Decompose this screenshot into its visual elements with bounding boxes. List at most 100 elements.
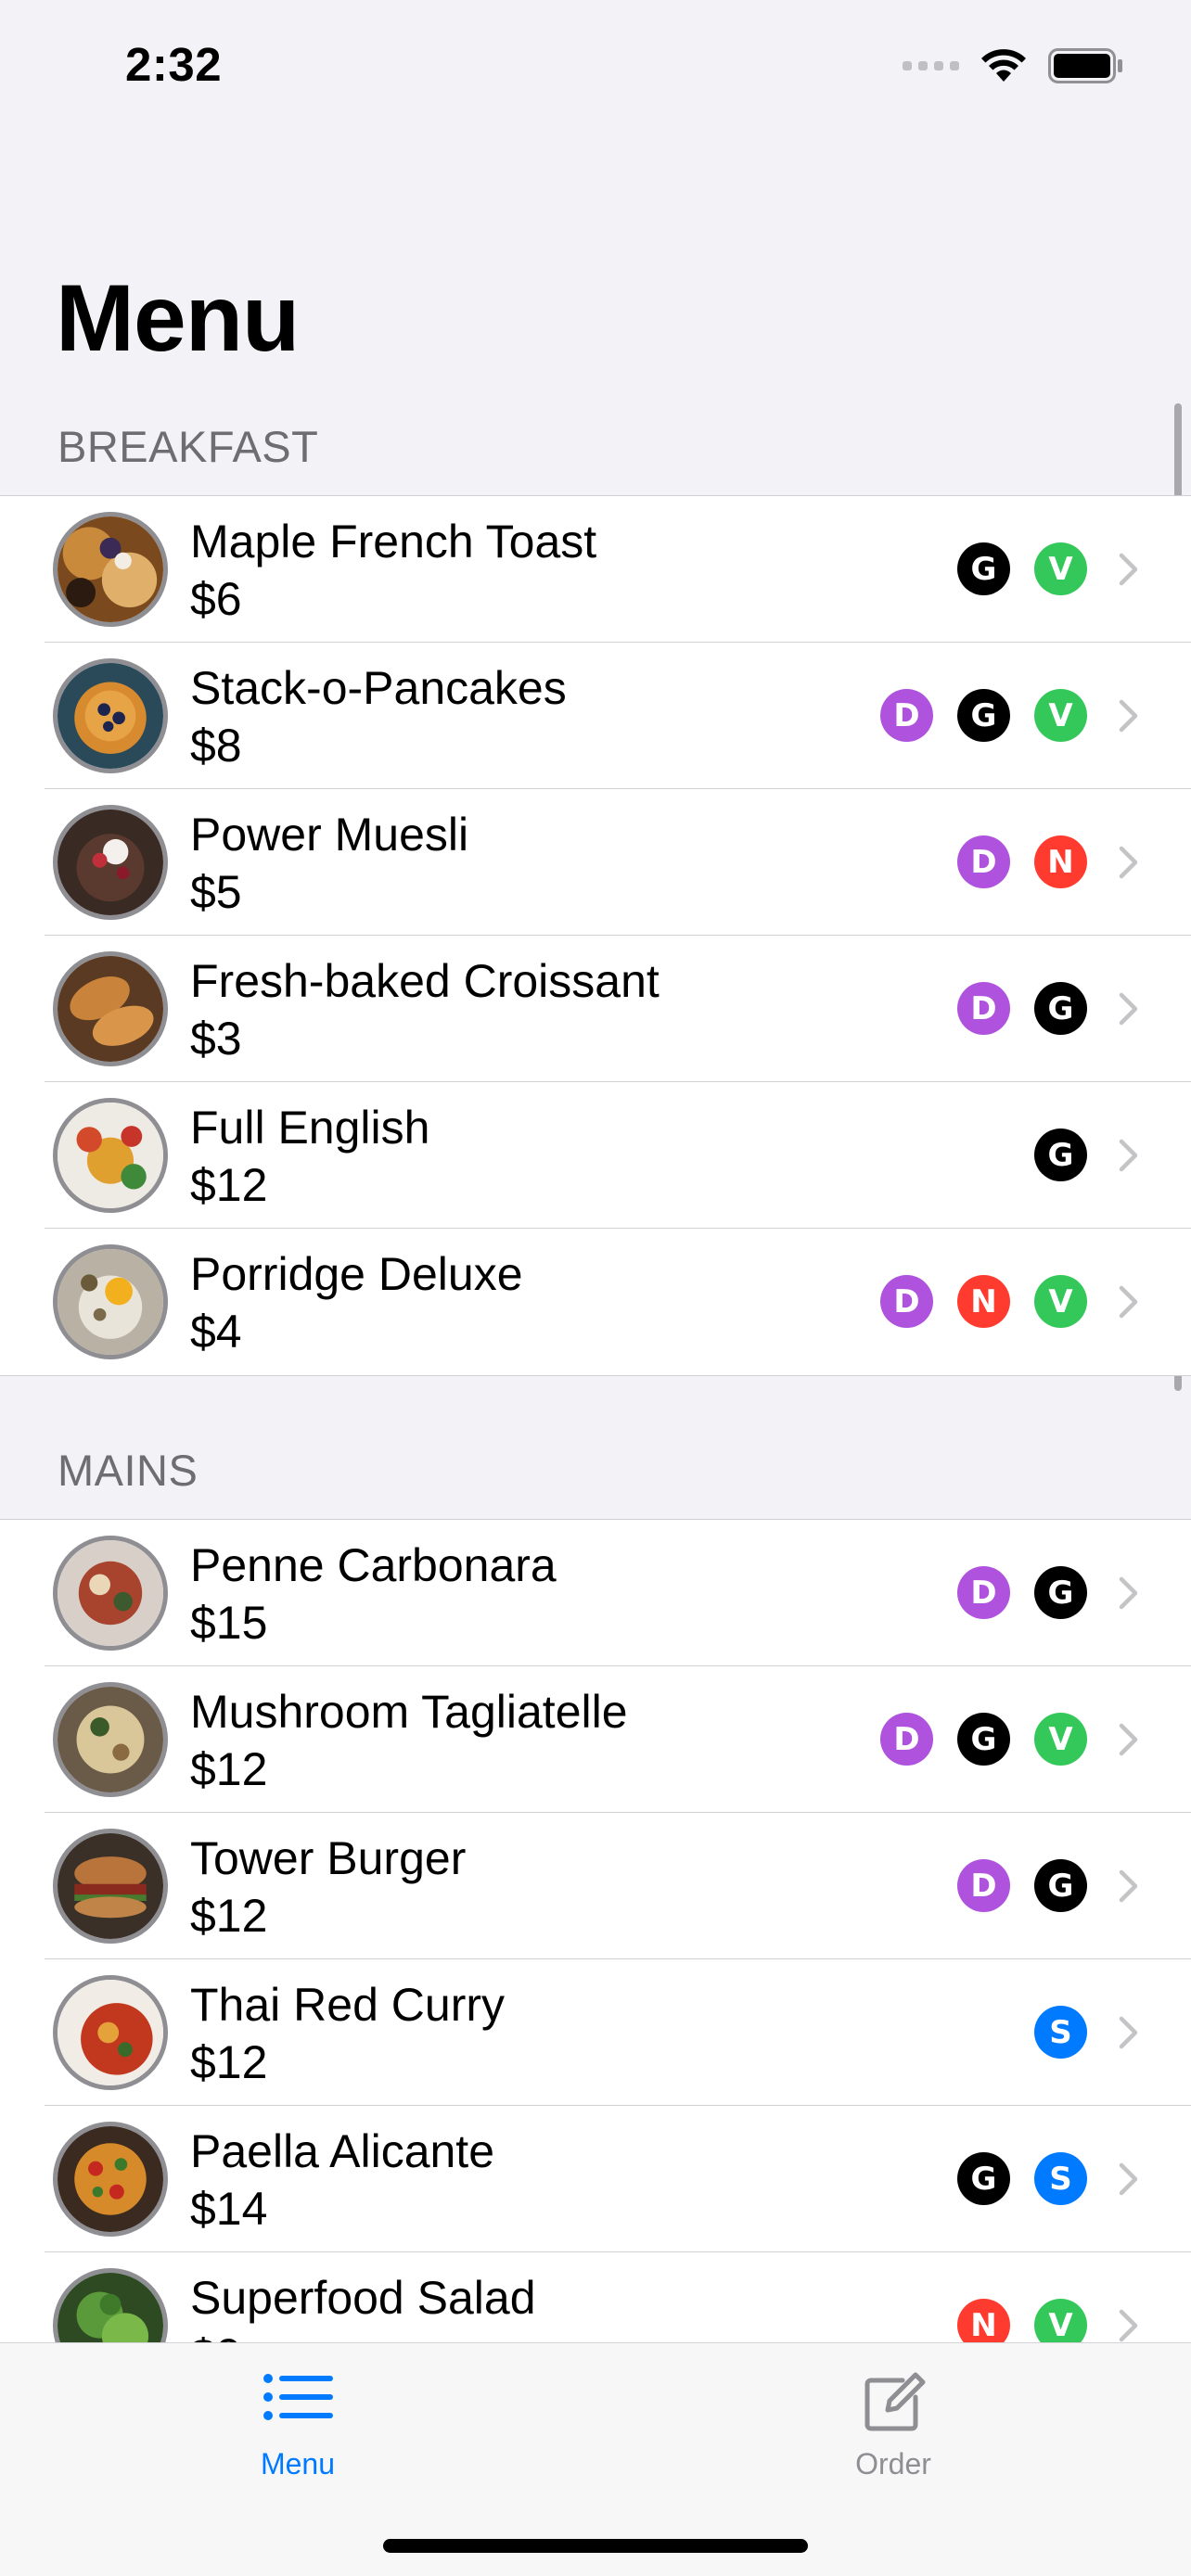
food-photo: [53, 951, 168, 1066]
status-bar: 2:32: [0, 0, 1191, 139]
item-price: $8: [190, 720, 242, 772]
item-name: Mushroom Tagliatelle: [190, 1686, 628, 1738]
cellular-signal-icon: [903, 61, 959, 70]
dietary-badges: D G: [957, 1859, 1087, 1912]
chevron-right-icon: [1119, 1723, 1138, 1756]
vegetarian-badge: V: [1034, 689, 1087, 742]
food-photo: [53, 805, 168, 920]
food-photo: [53, 658, 168, 773]
spicy-badge: S: [1034, 2152, 1087, 2205]
food-photo: [53, 1975, 168, 2090]
spicy-badge: S: [1034, 2006, 1087, 2059]
gluten-badge: G: [1034, 1129, 1087, 1181]
dairy-badge: D: [880, 1275, 933, 1328]
item-price: $12: [190, 1159, 268, 1211]
item-price: $12: [190, 1890, 268, 1942]
dietary-badges: G V: [957, 542, 1087, 595]
compose-icon: [864, 2372, 926, 2431]
gluten-badge: G: [957, 2152, 1010, 2205]
item-price: $12: [190, 1743, 268, 1795]
tab-menu[interactable]: Menu: [0, 2343, 596, 2519]
vegetarian-badge: V: [1034, 542, 1087, 595]
list-item[interactable]: Fresh-baked Croissant $3 D G: [0, 936, 1191, 1082]
chevron-right-icon: [1119, 992, 1138, 1026]
nuts-badge: N: [1034, 835, 1087, 888]
gluten-badge: G: [957, 1713, 1010, 1766]
food-photo: [53, 1682, 168, 1797]
dietary-badges: D G V: [880, 1713, 1087, 1766]
food-photo: [53, 1536, 168, 1651]
item-name: Stack-o-Pancakes: [190, 662, 567, 714]
dietary-badges: D N: [957, 835, 1087, 888]
vegetarian-badge: V: [1034, 1275, 1087, 1328]
dietary-badges: S: [1034, 2006, 1087, 2059]
item-name: Fresh-baked Croissant: [190, 955, 660, 1007]
tab-order[interactable]: Order: [596, 2343, 1191, 2519]
item-price: $6: [190, 573, 242, 625]
item-name: Thai Red Curry: [190, 1979, 505, 2031]
item-name: Power Muesli: [190, 809, 469, 861]
chevron-right-icon: [1119, 1576, 1138, 1610]
list-item[interactable]: Tower Burger $12 D G: [0, 1813, 1191, 1959]
chevron-right-icon: [1119, 2162, 1138, 2196]
dietary-badges: G: [1034, 1129, 1087, 1181]
status-icons: [903, 48, 1124, 83]
tab-menu-label: Menu: [260, 2447, 336, 2480]
tab-order-label: Order: [855, 2447, 931, 2480]
list-item[interactable]: Paella Alicante $14 G S: [0, 2106, 1191, 2252]
chevron-right-icon: [1119, 2016, 1138, 2049]
list-item[interactable]: Power Muesli $5 D N: [0, 789, 1191, 936]
chevron-right-icon: [1119, 553, 1138, 586]
battery-icon: [1048, 48, 1122, 83]
dietary-badges: D G: [957, 982, 1087, 1035]
chevron-right-icon: [1119, 2309, 1138, 2342]
gluten-badge: G: [957, 542, 1010, 595]
dietary-badges: D N V: [880, 1275, 1087, 1328]
dairy-badge: D: [957, 835, 1010, 888]
list-icon: [263, 2374, 333, 2420]
section-header-breakfast: BREAKFAST: [58, 422, 319, 471]
dietary-badges: D G V: [880, 689, 1087, 742]
list-item[interactable]: Penne Carbonara $15 D G: [0, 1520, 1191, 1666]
dairy-badge: D: [957, 982, 1010, 1035]
nuts-badge: N: [957, 1275, 1010, 1328]
item-name: Paella Alicante: [190, 2125, 495, 2177]
list-item[interactable]: Maple French Toast $6 G V: [0, 496, 1191, 643]
list-item[interactable]: Porridge Deluxe $4 D N V: [0, 1229, 1191, 1375]
food-photo: [53, 1829, 168, 1944]
item-name: Maple French Toast: [190, 516, 597, 567]
list-item[interactable]: Full English $12 G: [0, 1082, 1191, 1229]
item-price: $4: [190, 1306, 242, 1358]
gluten-badge: G: [1034, 982, 1087, 1035]
mains-list: Penne Carbonara $15 D G Mushroom Tagliat…: [0, 1519, 1191, 2399]
item-price: $5: [190, 866, 242, 918]
dietary-badges: G S: [957, 2152, 1087, 2205]
gluten-badge: G: [957, 689, 1010, 742]
list-item[interactable]: Stack-o-Pancakes $8 D G V: [0, 643, 1191, 789]
gluten-badge: G: [1034, 1566, 1087, 1619]
gluten-badge: G: [1034, 1859, 1087, 1912]
food-photo: [53, 1244, 168, 1359]
dairy-badge: D: [880, 689, 933, 742]
food-photo: [53, 1098, 168, 1213]
section-header-mains: MAINS: [58, 1446, 198, 1495]
item-name: Penne Carbonara: [190, 1539, 557, 1591]
item-name: Superfood Salad: [190, 2272, 536, 2324]
list-item[interactable]: Thai Red Curry $12 S: [0, 1959, 1191, 2106]
menu-screen: 2:32 Menu BREAKFAST Maple French Toast $…: [0, 0, 1191, 2576]
list-item[interactable]: Mushroom Tagliatelle $12 D G V: [0, 1666, 1191, 1813]
dairy-badge: D: [957, 1859, 1010, 1912]
status-time: 2:32: [125, 38, 223, 91]
dietary-badges: D G: [957, 1566, 1087, 1619]
item-price: $3: [190, 1013, 242, 1065]
item-price: $15: [190, 1597, 268, 1649]
dairy-badge: D: [957, 1566, 1010, 1619]
breakfast-list: Maple French Toast $6 G V Stack-o-Pancak…: [0, 495, 1191, 1376]
home-indicator[interactable]: [383, 2539, 808, 2553]
food-photo: [53, 2122, 168, 2237]
page-title: Menu: [56, 265, 300, 371]
vegetarian-badge: V: [1034, 1713, 1087, 1766]
dairy-badge: D: [880, 1713, 933, 1766]
chevron-right-icon: [1119, 1139, 1138, 1172]
wifi-icon: [981, 49, 1026, 82]
